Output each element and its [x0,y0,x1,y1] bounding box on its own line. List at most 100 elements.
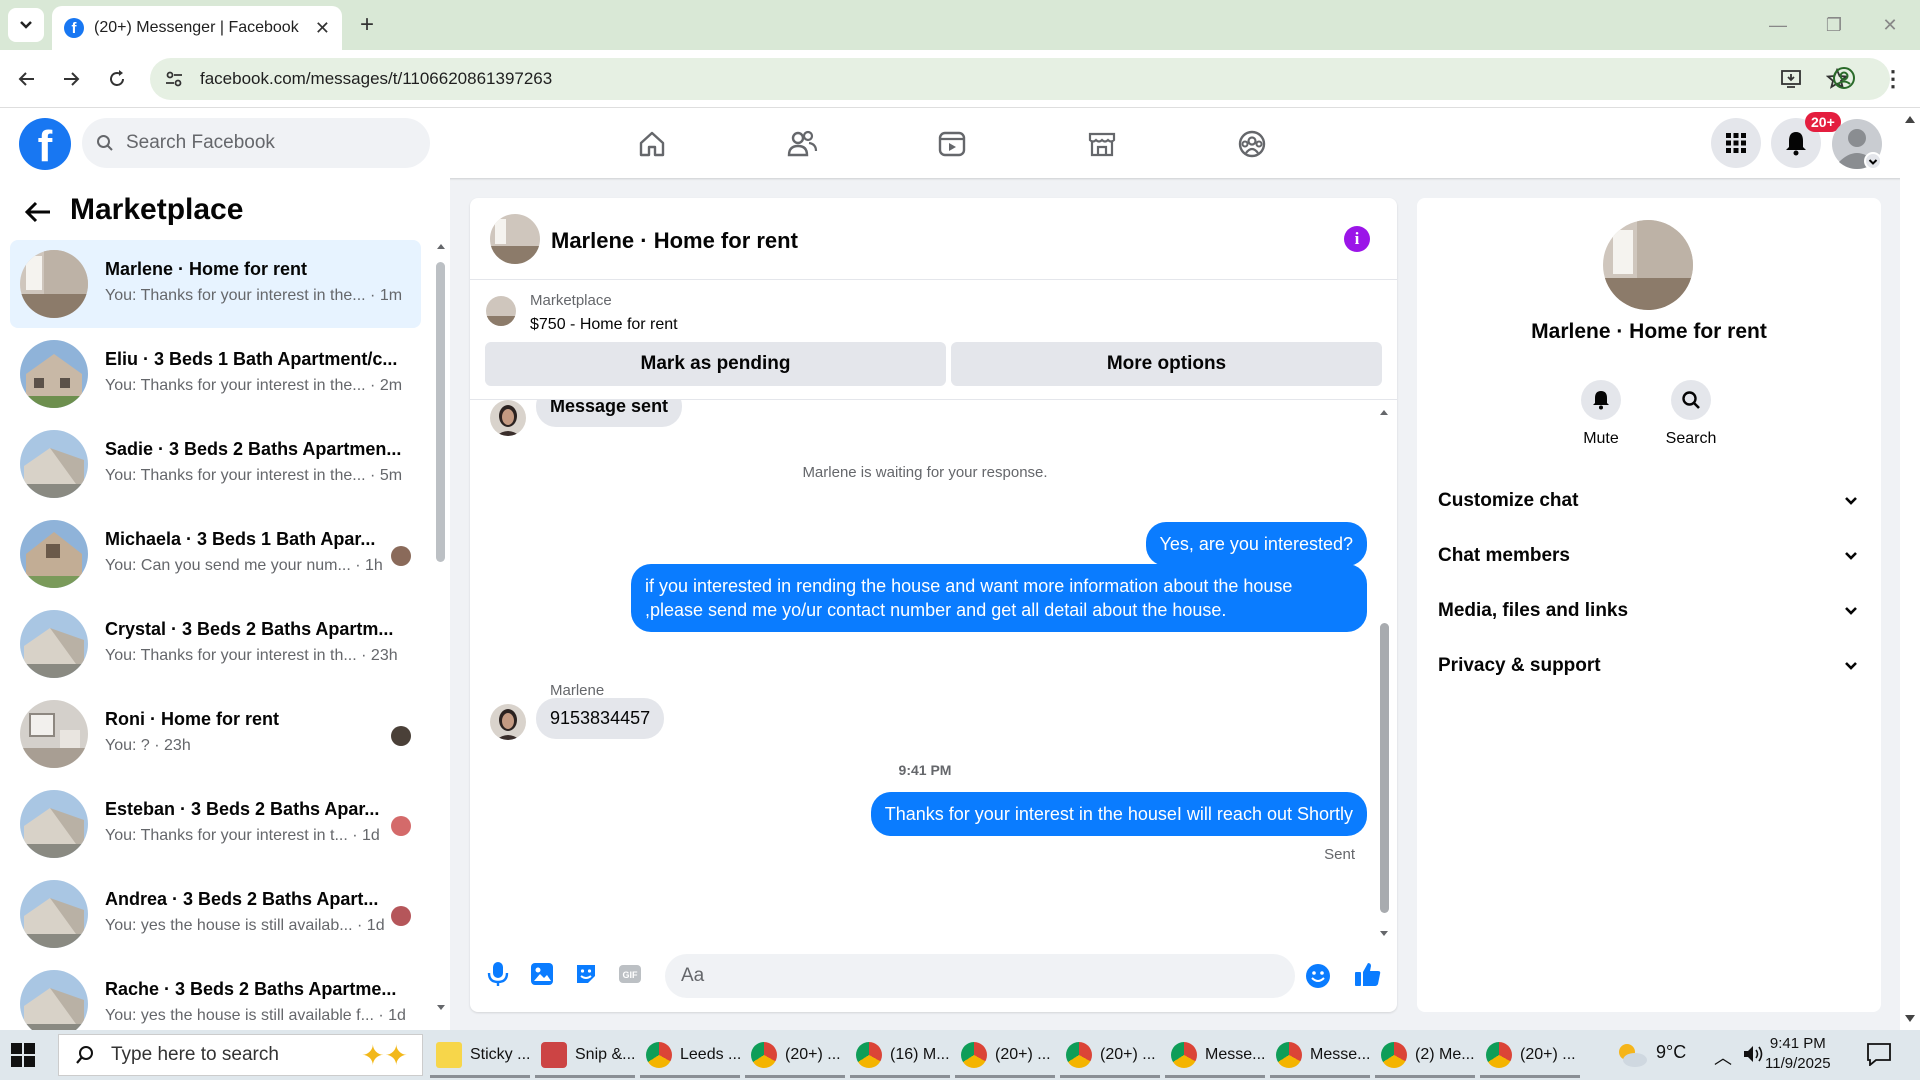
info-icon[interactable]: i [1344,226,1370,252]
weather-icon[interactable] [1615,1040,1649,1070]
conversation-item[interactable]: Marlene · Home for rent You: Thanks for … [10,240,421,328]
message-input[interactable]: Aa [665,954,1295,998]
close-tab-icon[interactable]: ✕ [315,18,330,39]
notification-center-icon[interactable] [1866,1042,1892,1066]
taskbar-app-chrome[interactable]: (20+) ... [1480,1034,1580,1078]
taskbar-app-chrome[interactable]: Messe... [1165,1034,1265,1078]
install-app-icon[interactable] [1780,68,1802,90]
volume-icon[interactable] [1742,1044,1764,1064]
conversation-name: Sadie · 3 Beds 2 Baths Apartmen... [105,439,402,459]
taskbar-app-chrome[interactable]: (2) Me... [1375,1034,1475,1078]
marketplace-nav-icon[interactable] [1072,122,1132,166]
chevron-down-icon [1845,662,1857,670]
mute-button[interactable]: Mute [1561,380,1641,448]
system-clock[interactable]: 9:41 PM 11/9/2025 [1765,1034,1831,1074]
marketplace-label: Marketplace [530,292,612,309]
microphone-icon[interactable] [484,960,512,988]
message-composer: GIF Aa [470,940,1397,1012]
search-in-conversation-button[interactable]: Search [1651,380,1731,448]
taskbar-app-chrome[interactable]: (20+) ... [745,1034,845,1078]
conversation-list-scroll-thumb[interactable] [436,262,445,562]
bell-icon [1786,132,1806,156]
video-nav-icon[interactable] [922,122,982,166]
taskbar-app-chrome[interactable]: (20+) ... [955,1034,1055,1078]
facebook-logo-icon[interactable]: f [19,118,71,170]
house-thumbnail [20,880,88,948]
forward-button[interactable] [56,64,86,94]
friends-nav-icon[interactable] [772,122,832,166]
tab-search-button[interactable] [8,8,44,42]
tray-overflow-chevron-icon[interactable]: ︿ [1714,1044,1732,1070]
photo-icon[interactable] [528,960,556,988]
conversation-item[interactable]: Michaela · 3 Beds 1 Bath Apar... You: Ca… [10,510,421,598]
mute-label: Mute [1583,430,1619,447]
message-timestamp: 9:41 PM [898,762,952,778]
mark-as-pending-button[interactable]: Mark as pending [485,342,946,386]
chat-title[interactable]: Marlene · Home for rent [551,228,798,254]
back-button[interactable] [12,64,42,94]
back-arrow-button[interactable] [24,200,52,224]
conversation-preview: You: ? · 23h [105,737,191,754]
page-scrollbar[interactable] [1900,108,1920,1030]
profile-avatar[interactable] [1603,220,1693,310]
reload-button[interactable] [102,64,132,94]
conversation-item[interactable]: Crystal · 3 Beds 2 Baths Apartm... You: … [10,600,421,688]
message-bubble-incoming: Message sent [536,400,683,427]
url-text: facebook.com/messages/t/1106620861397263 [200,69,553,88]
conversation-item[interactable]: Esteban · 3 Beds 2 Baths Apar... You: Th… [10,780,421,868]
customize-chat-row[interactable]: Customize chat [1438,481,1858,521]
profile-icon[interactable] [1832,66,1856,90]
conversation-item[interactable]: Sadie · 3 Beds 2 Baths Apartmen... You: … [10,420,421,508]
conversation-item[interactable]: Andrea · 3 Beds 2 Baths Apart... You: ye… [10,870,421,958]
house-thumbnail [20,970,88,1030]
menu-grid-button[interactable] [1711,118,1761,168]
emoji-icon[interactable] [1305,963,1331,989]
weather-temperature[interactable]: 9°C [1656,1042,1686,1063]
media-files-links-row[interactable]: Media, files and links [1438,591,1858,631]
browser-tab-messenger[interactable]: f (20+) Messenger | Facebook ✕ [52,6,342,50]
privacy-support-row[interactable]: Privacy & support [1438,646,1858,686]
chat-avatar[interactable] [490,214,540,264]
row-label: Customize chat [1438,490,1579,511]
gif-icon[interactable]: GIF [616,960,644,988]
conversation-name: Rache · 3 Beds 2 Baths Apartme... [105,979,397,999]
taskbar-app-chrome[interactable]: Messe... [1270,1034,1370,1078]
back-arrow-icon [24,201,50,223]
row-label: Chat members [1438,545,1570,566]
windows-start-button[interactable] [10,1042,38,1070]
conversation-item[interactable]: Roni · Home for rent You: ? · 23h [10,690,421,778]
chevron-down-icon [20,21,32,29]
taskbar-app-chrome[interactable]: (20+) ... [1060,1034,1160,1078]
address-bar[interactable]: facebook.com/messages/t/1106620861397263 [150,58,1890,100]
browser-menu-icon[interactable]: ⋮ [1882,66,1904,92]
scroll-down-icon [437,1005,445,1010]
sticker-icon[interactable] [572,960,600,988]
taskbar-app-chrome[interactable]: (16) M... [850,1034,950,1078]
new-tab-button[interactable]: + [352,10,382,40]
facebook-search-input[interactable]: Search Facebook [82,118,430,168]
chat-panel: Marlene · Home for rent i Marketplace $7… [470,198,1397,1012]
account-avatar-button[interactable] [1831,118,1883,170]
conversation-item[interactable]: Rache · 3 Beds 2 Baths Apartme... You: y… [10,960,421,1030]
more-options-button[interactable]: More options [951,342,1382,386]
chat-scroll-thumb[interactable] [1380,623,1389,913]
conversation-item[interactable]: Eliu · 3 Beds 1 Bath Apartment/c... You:… [10,330,421,418]
conversation-preview: You: Thanks for your interest in the... … [105,287,403,304]
room-thumbnail [20,700,88,768]
chat-details-panel: Marlene · Home for rent Mute Search Cust… [1417,198,1881,1012]
taskbar-app-chrome[interactable]: Leeds ... [640,1034,741,1078]
taskbar-search-input[interactable]: Type here to search ✦✦ [58,1034,423,1076]
restore-button[interactable]: ❐ [1814,10,1854,40]
thumbs-up-icon[interactable] [1354,960,1382,988]
taskbar-app-sticky-notes[interactable]: Sticky ... [430,1034,530,1078]
minimize-button[interactable]: — [1758,10,1798,40]
search-placeholder: Search Facebook [126,132,275,153]
conversation-name: Michaela · 3 Beds 1 Bath Apar... [105,529,376,549]
home-nav-icon[interactable] [622,122,682,166]
chat-members-row[interactable]: Chat members [1438,536,1858,576]
close-window-button[interactable]: ✕ [1870,10,1910,40]
listing-title[interactable]: $750 - Home for rent [530,316,678,334]
groups-nav-icon[interactable] [1222,122,1282,166]
taskbar-app-snip[interactable]: Snip &... [535,1034,635,1078]
conversation-name: Crystal · 3 Beds 2 Baths Apartm... [105,619,394,639]
